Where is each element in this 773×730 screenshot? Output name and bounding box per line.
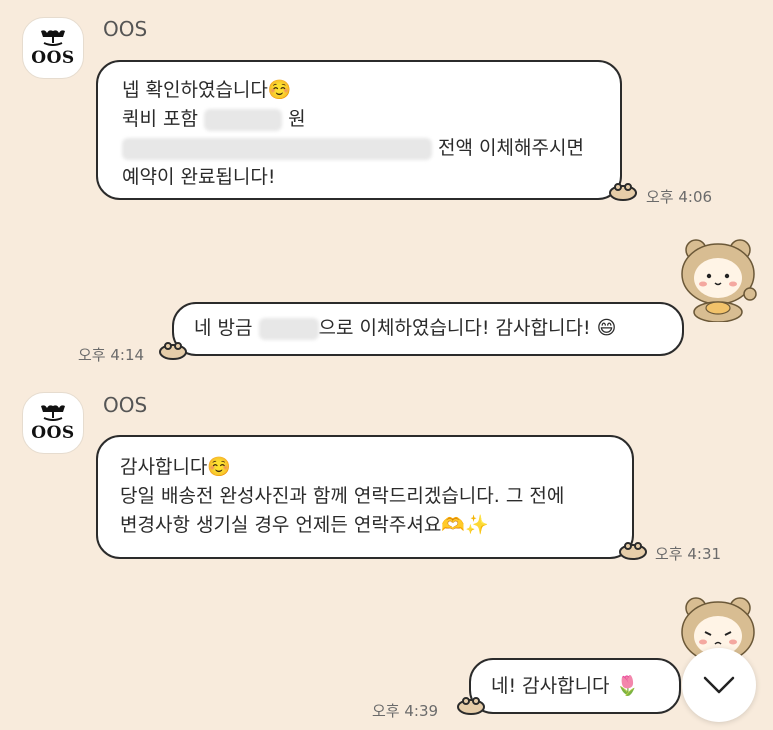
message-text: 전액 이체해주시면: [438, 137, 584, 159]
scroll-to-bottom-button[interactable]: [682, 648, 756, 722]
message-time: 오후 4:39: [372, 702, 439, 720]
message-text: 으로 이체하였습니다! 감사합니다!: [318, 317, 591, 339]
heart-hands-sparkles-emoji: 🫶✨: [441, 514, 489, 536]
oos-avatar[interactable]: OOS: [22, 17, 84, 79]
message-bubble-sent[interactable]: 네! 감사합니다 🌷: [469, 658, 681, 714]
message-text: 원: [288, 108, 306, 130]
avatar-logo-text: OOS: [31, 422, 75, 443]
message-time: 오후 4:31: [655, 545, 722, 563]
oos-avatar[interactable]: OOS: [22, 392, 84, 454]
avatar-logo-text: OOS: [31, 47, 75, 68]
blurred-amount: [204, 108, 283, 131]
tulip-emoji: 🌷: [615, 675, 640, 697]
blurred-amount: [258, 317, 319, 340]
smile-emoji: ☺️: [267, 79, 292, 101]
message-time: 오후 4:14: [78, 346, 145, 364]
tulip-logo-icon: [41, 29, 65, 46]
blurred-account: [122, 137, 432, 160]
paw-icon: [159, 342, 187, 360]
grin-emoji: 😄: [596, 317, 617, 339]
chevron-down-icon: [703, 676, 735, 694]
message-text: 네 방금: [194, 317, 253, 339]
message-text: 당일 배송전 완성사진과 함께 연락드리겠습니다. 그 전에: [120, 485, 565, 507]
message-text: 퀵비 포함: [122, 108, 198, 130]
paw-icon: [619, 542, 647, 560]
bear-hood-character-icon: [681, 239, 757, 322]
message-text: 변경사항 생기실 경우 언제든 연락주셔요: [120, 514, 442, 536]
paw-icon: [457, 697, 485, 715]
paw-icon: [609, 183, 637, 201]
message-bubble-received[interactable]: 넵 확인하였습니다☺️ 퀵비 포함 원 전액 이체해주시면 예약이 완료됩니다!: [96, 60, 622, 200]
smile-emoji: ☺️: [207, 456, 232, 478]
tulip-logo-icon: [41, 404, 65, 421]
message-bubble-received[interactable]: 감사합니다☺️ 당일 배송전 완성사진과 함께 연락드리겠습니다. 그 전에 변…: [96, 435, 634, 559]
message-text: 예약이 완료됩니다!: [122, 166, 276, 188]
message-time: 오후 4:06: [646, 188, 713, 206]
sender-name: OOS: [103, 17, 148, 41]
sender-name: OOS: [103, 393, 148, 417]
message-text: 넵 확인하였습니다: [122, 79, 268, 101]
message-bubble-sent[interactable]: 네 방금 으로 이체하였습니다! 감사합니다! 😄: [172, 302, 684, 356]
message-text: 감사합니다: [120, 456, 208, 478]
message-text: 네! 감사합니다: [491, 675, 610, 697]
